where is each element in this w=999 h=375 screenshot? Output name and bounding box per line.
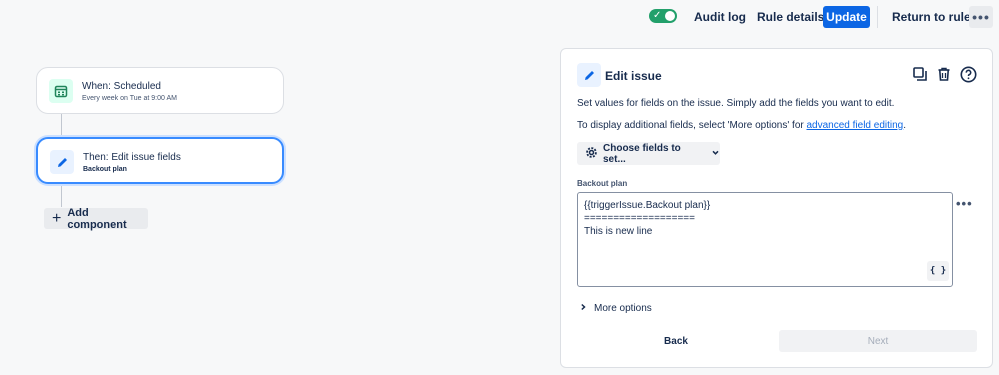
advanced-field-editing-link[interactable]: advanced field editing: [807, 120, 904, 131]
more-options-toggle[interactable]: More options: [579, 303, 652, 314]
choose-fields-label: Choose fields to set...: [603, 142, 681, 165]
audit-log-button[interactable]: Audit log: [694, 10, 746, 24]
pencil-icon: [50, 150, 74, 174]
back-button[interactable]: Back: [577, 330, 775, 352]
plus-icon: +: [52, 209, 62, 227]
more-options-label: More options: [594, 303, 652, 314]
rule-details-button[interactable]: Rule details: [757, 10, 824, 24]
panel-title: Edit issue: [605, 69, 662, 83]
choose-fields-dropdown[interactable]: Choose fields to set...: [577, 142, 720, 165]
toggle-knob: [665, 11, 675, 21]
additional-fields-text: To display additional fields, select 'Mo…: [577, 120, 906, 131]
toolbar-divider: [877, 6, 878, 28]
copy-icon[interactable]: [911, 65, 929, 83]
check-icon: ✓: [653, 10, 662, 21]
top-bar: ✓ Audit log Rule details Update Return t…: [0, 0, 999, 34]
next-button[interactable]: Next: [779, 330, 977, 352]
action-card[interactable]: Then: Edit issue fields Backout plan: [36, 137, 284, 184]
action-title: Then: Edit issue fields: [83, 152, 181, 163]
add-component-button[interactable]: + Add component: [44, 206, 148, 231]
return-to-rules-button[interactable]: Return to rules: [892, 10, 977, 24]
action-subtitle: Backout plan: [83, 166, 127, 173]
rule-enabled-toggle[interactable]: ✓: [649, 9, 677, 23]
backout-plan-field[interactable]: {{triggerIssue.Backout plan}} ==========…: [577, 192, 953, 287]
trigger-card[interactable]: When: Scheduled Every week on Tue at 9:0…: [36, 67, 284, 114]
panel-actions: [911, 65, 977, 83]
calendar-icon: [49, 79, 73, 103]
trigger-title: When: Scheduled: [82, 81, 161, 92]
add-component-label: Add component: [67, 206, 127, 231]
panel-description: Set values for fields on the issue. Simp…: [577, 98, 895, 109]
update-button[interactable]: Update: [823, 6, 870, 28]
more-actions-button[interactable]: •••: [969, 6, 993, 28]
chevron-down-icon: [711, 148, 720, 160]
smart-values-button[interactable]: { }: [927, 261, 949, 281]
trash-icon[interactable]: [935, 65, 953, 83]
chevron-right-icon: [579, 303, 587, 314]
field-more-button[interactable]: •••: [956, 196, 973, 211]
additional-suffix: .: [903, 120, 907, 131]
additional-prefix: To display additional fields, select 'Mo…: [577, 120, 807, 131]
help-icon[interactable]: [959, 65, 977, 83]
gear-icon: [585, 146, 598, 162]
edit-issue-panel: Edit issue Set values for fields on the …: [560, 48, 993, 368]
trigger-subtitle: Every week on Tue at 9:00 AM: [82, 95, 177, 102]
pencil-icon: [577, 63, 601, 87]
backout-plan-label: Backout plan: [577, 179, 628, 188]
